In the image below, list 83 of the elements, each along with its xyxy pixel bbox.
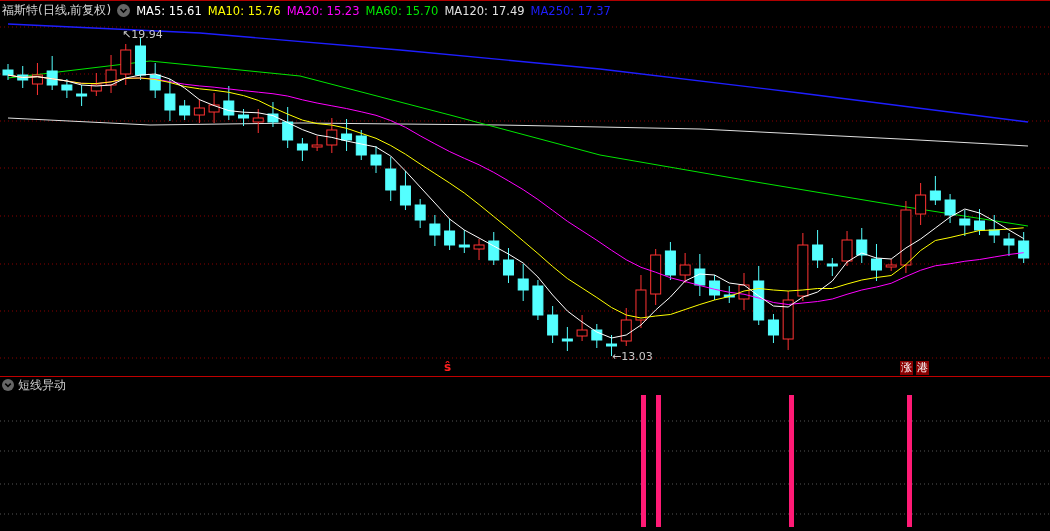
candlestick	[679, 252, 691, 284]
candlestick	[664, 241, 676, 281]
candlestick	[988, 214, 1000, 244]
candlestick	[767, 313, 779, 344]
candlestick	[503, 247, 514, 284]
dropdown-icon[interactable]	[2, 379, 14, 391]
moving-average-value: MA60: 15.70	[365, 3, 439, 18]
candlestick	[164, 78, 176, 122]
candlestick	[885, 258, 897, 272]
candlestick	[473, 238, 485, 261]
candlestick	[296, 137, 308, 162]
candlestick	[915, 182, 927, 226]
candlestick	[355, 129, 367, 161]
candlestick	[944, 193, 956, 224]
candlestick	[193, 98, 205, 124]
candlestick	[341, 118, 353, 152]
candlestick	[252, 108, 264, 134]
candlestick	[1018, 231, 1030, 264]
candlestick	[974, 208, 985, 236]
signal-badge: 涨	[900, 361, 913, 375]
candlestick	[561, 326, 573, 352]
candlestick	[871, 243, 882, 282]
dropdown-icon[interactable]	[117, 4, 131, 17]
candlestick	[532, 279, 544, 321]
candlestick	[46, 55, 58, 91]
signal-mark: ŝ	[444, 360, 452, 374]
candlestick	[120, 43, 132, 86]
moving-average-value: MA10: 15.76	[207, 3, 281, 18]
indicator-title: 短线异动	[18, 376, 66, 394]
candlestick	[370, 145, 382, 174]
candlestick	[149, 62, 161, 99]
candlestick	[782, 290, 794, 351]
candlestick	[311, 135, 323, 152]
candlestick	[753, 265, 765, 326]
candlestick	[429, 214, 441, 247]
candlestick	[179, 99, 191, 121]
candlestick	[208, 92, 220, 124]
candlestick	[135, 36, 146, 81]
candlestick	[812, 229, 824, 269]
high-price-label: ↖19.94	[122, 28, 163, 41]
candlestick	[723, 285, 735, 304]
candlestick	[61, 78, 73, 99]
moving-average-value: MA5: 15.61	[136, 3, 202, 18]
candlestick	[282, 106, 294, 149]
candlestick	[488, 231, 500, 266]
candlestick	[267, 101, 279, 128]
candlestick	[414, 198, 426, 229]
candlestick	[620, 307, 632, 347]
candlestick	[517, 263, 529, 302]
moving-average-value: MA250: 17.37	[530, 3, 611, 18]
candlestick	[326, 117, 338, 154]
candlestick	[826, 257, 838, 277]
candlestick	[959, 209, 971, 237]
candlestick	[709, 274, 721, 301]
candlestick	[635, 274, 647, 329]
candlestick	[841, 230, 853, 267]
candlestick	[223, 85, 235, 121]
candlestick	[694, 253, 706, 297]
candlestick	[738, 272, 750, 311]
candlestick	[238, 108, 249, 127]
candlestick	[399, 170, 411, 211]
candlestick	[76, 84, 88, 107]
low-price-label: ←13.03	[612, 350, 653, 363]
candlestick	[444, 218, 456, 251]
moving-average-value: MA120: 17.49	[444, 3, 525, 18]
candlestick	[929, 175, 941, 206]
candlestick	[650, 248, 662, 306]
candlestick	[105, 54, 117, 94]
candlestick	[385, 156, 397, 202]
candlestick	[458, 229, 470, 254]
signal-badge: 港	[916, 361, 929, 375]
candlestick	[547, 305, 559, 344]
candlestick	[17, 65, 29, 89]
candlestick	[90, 72, 102, 97]
candlestick	[1003, 232, 1015, 257]
candlestick	[591, 323, 603, 349]
candlestick	[856, 227, 868, 264]
candlestick	[576, 314, 588, 342]
candlestick	[2, 63, 14, 81]
chart-title: 福斯特(日线,前复权)	[2, 2, 112, 19]
candlestick	[31, 62, 43, 96]
candlestick	[797, 232, 809, 302]
moving-average-value: MA20: 15.23	[286, 3, 360, 18]
